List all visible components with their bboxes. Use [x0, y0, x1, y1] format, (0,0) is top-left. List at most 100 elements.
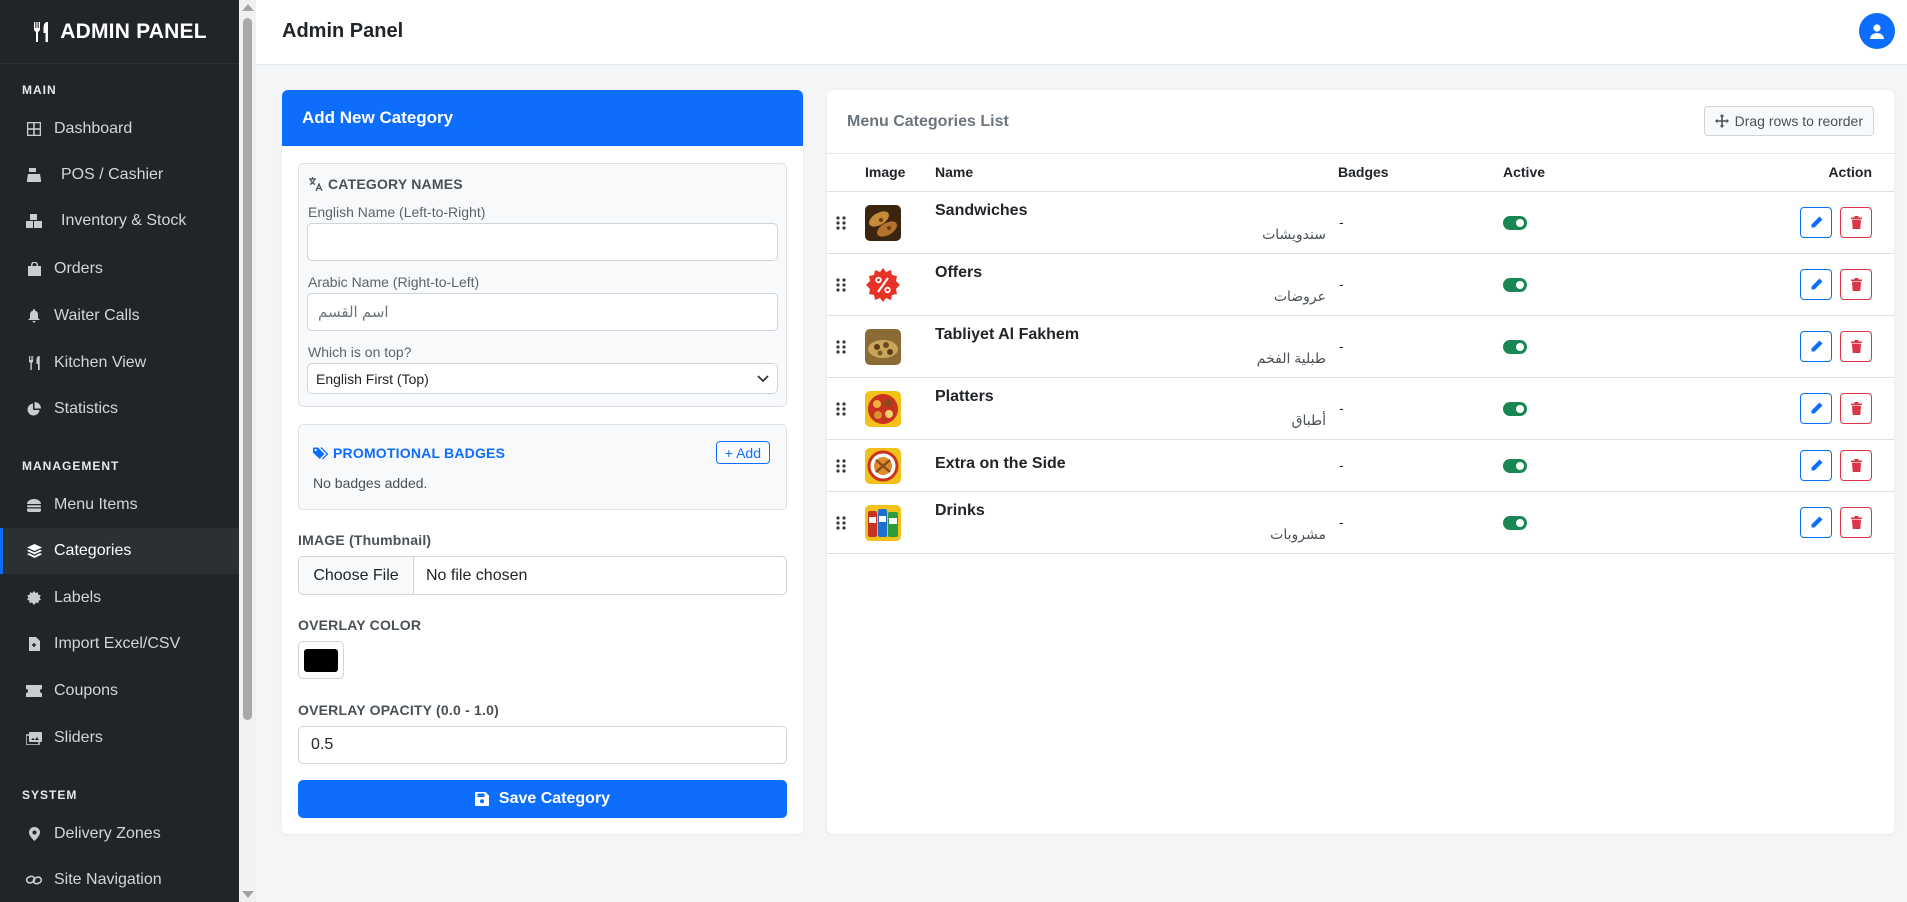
choose-file-button[interactable]: Choose File — [299, 557, 414, 594]
table-row[interactable]: Offers عروضات - — [827, 254, 1894, 316]
edit-button[interactable] — [1800, 393, 1832, 424]
sidebar-item-menu-items[interactable]: Menu Items — [0, 482, 239, 528]
sidebar-item-label: Categories — [54, 542, 132, 559]
grip-icon[interactable] — [835, 216, 847, 230]
category-thumbnail — [865, 448, 901, 484]
drag-hint: Drag rows to reorder — [1703, 106, 1874, 136]
delete-button[interactable] — [1840, 393, 1872, 424]
categories-list-title: Menu Categories List — [847, 113, 1009, 130]
link-icon — [26, 872, 42, 888]
table-row[interactable]: Sandwiches سندويشات - — [827, 192, 1894, 254]
sidebar-item-dashboard[interactable]: Dashboard — [0, 106, 239, 152]
edit-button[interactable] — [1800, 450, 1832, 481]
edit-button[interactable] — [1800, 207, 1832, 238]
active-toggle[interactable] — [1503, 340, 1527, 354]
pencil-icon — [1811, 278, 1822, 290]
no-badges-text: No badges added. — [313, 475, 428, 491]
sidebar-item-label: Menu Items — [54, 496, 138, 513]
sidebar-item-label: Inventory & Stock — [61, 212, 187, 229]
sidebar-item-label: Coupons — [54, 682, 119, 699]
brand-title: ADMIN PANEL — [60, 19, 207, 43]
sidebar-item-delivery-zones[interactable]: Delivery Zones — [0, 811, 239, 857]
category-badges: - — [1339, 214, 1344, 230]
sidebar-item-statistics[interactable]: Statistics — [0, 386, 239, 432]
sidebar-scrollbar[interactable] — [239, 0, 256, 902]
english-name-input[interactable] — [307, 223, 778, 261]
bell-icon — [26, 308, 42, 324]
sidebar-item-label: Sliders — [54, 729, 103, 746]
pencil-icon — [1811, 340, 1822, 352]
delete-button[interactable] — [1840, 331, 1872, 362]
sidebar-item-coupons[interactable]: Coupons — [0, 668, 239, 714]
map-pin-icon — [26, 826, 42, 842]
active-toggle[interactable] — [1503, 402, 1527, 416]
edit-button[interactable] — [1800, 331, 1832, 362]
trash-icon — [1850, 516, 1862, 529]
active-toggle[interactable] — [1503, 278, 1527, 292]
table-row[interactable]: Drinks مشروبات - — [827, 492, 1894, 554]
active-toggle[interactable] — [1503, 516, 1527, 530]
sidebar-item-site-navigation[interactable]: Site Navigation — [0, 857, 239, 902]
pie-chart-icon — [26, 401, 42, 417]
arabic-name-input[interactable]: اسم القسم — [307, 293, 778, 331]
sidebar-item-label: Orders — [54, 260, 103, 277]
scroll-down-arrow[interactable] — [242, 891, 254, 898]
tags-icon — [313, 446, 328, 459]
image-file-input[interactable]: Choose File No file chosen — [298, 556, 787, 595]
scroll-up-arrow[interactable] — [242, 4, 254, 11]
category-names-section: CATEGORY NAMES English Name (Left-to-Rig… — [298, 163, 787, 407]
delete-button[interactable] — [1840, 269, 1872, 300]
brand[interactable]: ADMIN PANEL — [0, 0, 239, 64]
table-row[interactable]: Platters أطباق - — [827, 378, 1894, 440]
overlay-color-picker[interactable] — [298, 641, 344, 679]
trash-icon — [1850, 278, 1862, 291]
delete-button[interactable] — [1840, 207, 1872, 238]
save-category-button[interactable]: Save Category — [298, 780, 787, 818]
col-active: Active — [1503, 164, 1546, 180]
edit-button[interactable] — [1800, 269, 1832, 300]
sidebar-item-orders[interactable]: Orders — [0, 246, 239, 292]
sidebar-item-sliders[interactable]: Sliders — [0, 715, 239, 761]
sidebar-item-categories[interactable]: Categories — [0, 528, 239, 574]
layers-icon — [26, 543, 42, 559]
pencil-icon — [1811, 402, 1822, 414]
sidebar-item-kitchen-view[interactable]: Kitchen View — [0, 340, 239, 386]
sidebar-item-labels[interactable]: Labels — [0, 575, 239, 621]
english-name-label: English Name (Left-to-Right) — [308, 204, 486, 220]
grip-icon[interactable] — [835, 402, 847, 416]
overlay-opacity-input[interactable]: 0.5 — [298, 726, 787, 764]
grip-icon[interactable] — [835, 278, 847, 292]
sidebar-item-label: Waiter Calls — [54, 307, 140, 324]
active-toggle[interactable] — [1503, 459, 1527, 473]
categories-list-card: Menu Categories List Drag rows to reorde… — [827, 90, 1894, 834]
table-row[interactable]: Extra on the Side - — [827, 440, 1894, 492]
pencil-icon — [1811, 459, 1822, 471]
top-header: Admin Panel — [256, 0, 1907, 65]
user-avatar-button[interactable] — [1859, 13, 1895, 49]
active-toggle[interactable] — [1503, 216, 1527, 230]
grip-icon[interactable] — [835, 516, 847, 530]
file-status-text: No file chosen — [426, 566, 528, 584]
sidebar-item-pos[interactable]: POS / Cashier — [0, 152, 239, 198]
table-row[interactable]: Tabliyet Al Fakhem طبلية الفخم - — [827, 316, 1894, 378]
add-badge-button[interactable]: + Add — [715, 441, 770, 464]
category-name-en: Extra on the Side — [935, 455, 1066, 472]
delete-button[interactable] — [1840, 507, 1872, 538]
grip-icon[interactable] — [835, 459, 847, 473]
utensils-icon — [26, 355, 42, 371]
delete-button[interactable] — [1840, 450, 1872, 481]
grip-icon[interactable] — [835, 340, 847, 354]
category-name-en: Tabliyet Al Fakhem — [935, 326, 1080, 343]
edit-button[interactable] — [1800, 507, 1832, 538]
utensils-icon — [34, 21, 49, 42]
sidebar-item-inventory[interactable]: Inventory & Stock — [0, 198, 239, 244]
sidebar-item-import[interactable]: Import Excel/CSV — [0, 621, 239, 667]
pencil-icon — [1811, 216, 1822, 228]
name-order-select[interactable]: English First (Top) — [307, 363, 778, 394]
trash-icon — [1850, 216, 1862, 229]
scroll-thumb[interactable] — [243, 18, 252, 720]
sidebar-item-label: Delivery Zones — [54, 825, 161, 842]
category-name-ar: طبلية الفخم — [1256, 350, 1326, 366]
sidebar-item-waiter-calls[interactable]: Waiter Calls — [0, 293, 239, 339]
images-icon — [26, 730, 42, 746]
